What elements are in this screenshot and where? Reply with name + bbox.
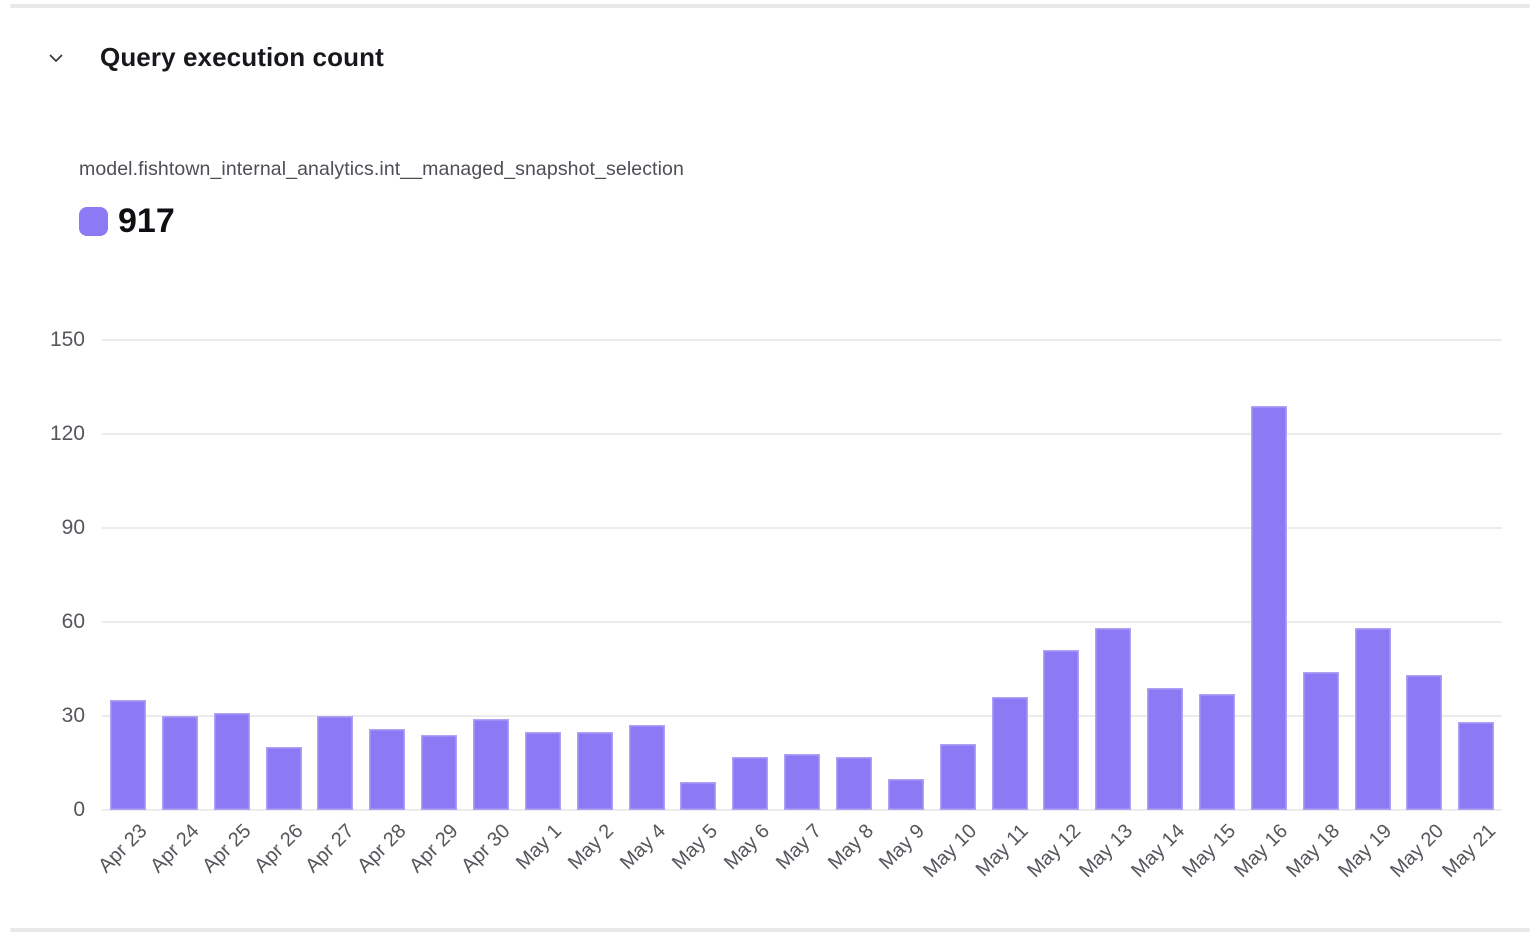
- bar-slot: Apr 28: [361, 340, 413, 810]
- y-tick-label: 0: [0, 799, 85, 821]
- bar-slot: Apr 23: [102, 340, 154, 810]
- bar-may-15[interactable]: [1199, 694, 1235, 810]
- x-tick-label: May 10: [919, 820, 982, 883]
- bar-slot: Apr 29: [413, 340, 465, 810]
- bar-slot: May 4: [621, 340, 673, 810]
- y-tick-label: 150: [0, 329, 85, 351]
- bar-may-19[interactable]: [1355, 628, 1391, 810]
- bar-apr-25[interactable]: [214, 713, 250, 810]
- x-tick-label: May 6: [720, 820, 775, 875]
- bar-slot: May 2: [569, 340, 621, 810]
- bar-may-4[interactable]: [629, 725, 665, 810]
- x-tick-label: Apr 29: [405, 820, 463, 878]
- y-tick-label: 30: [0, 705, 85, 727]
- bar-slot: Apr 25: [206, 340, 258, 810]
- x-tick-label: May 2: [564, 820, 619, 875]
- x-tick-label: May 12: [1023, 820, 1086, 883]
- x-tick-label: May 11: [972, 820, 1034, 882]
- bar-may-9[interactable]: [888, 779, 924, 810]
- bar-may-7[interactable]: [784, 754, 820, 810]
- x-tick-label: Apr 28: [354, 820, 412, 878]
- x-tick-label: Apr 26: [250, 820, 308, 878]
- bar-may-13[interactable]: [1095, 628, 1131, 810]
- bar-slot: Apr 30: [465, 340, 517, 810]
- bar-slot: May 5: [672, 340, 724, 810]
- bar-slot: May 20: [1398, 340, 1450, 810]
- bar-apr-26[interactable]: [266, 747, 302, 810]
- bar-may-20[interactable]: [1406, 675, 1442, 810]
- bar-slot: May 13: [1087, 340, 1139, 810]
- bar-apr-30[interactable]: [473, 719, 509, 810]
- bar-slot: May 11: [984, 340, 1036, 810]
- x-tick-label: May 5: [668, 820, 723, 875]
- bar-slot: Apr 24: [154, 340, 206, 810]
- x-tick-label: May 16: [1230, 820, 1293, 883]
- bar-slot: May 1: [517, 340, 569, 810]
- bar-slot: Apr 27: [309, 340, 361, 810]
- bar-apr-24[interactable]: [162, 716, 198, 810]
- bar-may-18[interactable]: [1303, 672, 1339, 810]
- bar-apr-29[interactable]: [421, 735, 457, 810]
- x-tick-label: May 1: [512, 820, 567, 875]
- bar-slot: May 15: [1191, 340, 1243, 810]
- y-tick-label: 120: [0, 423, 85, 445]
- x-tick-label: May 13: [1075, 820, 1138, 883]
- bar-slot: May 10: [932, 340, 984, 810]
- bar-may-1[interactable]: [525, 732, 561, 810]
- bar-slot: May 21: [1450, 340, 1502, 810]
- bar-slot: May 16: [1243, 340, 1295, 810]
- bar-slot: May 8: [828, 340, 880, 810]
- y-tick-label: 60: [0, 611, 85, 633]
- bar-slots: Apr 23Apr 24Apr 25Apr 26Apr 27Apr 28Apr …: [102, 340, 1502, 810]
- bar-apr-28[interactable]: [369, 729, 405, 810]
- x-tick-label: May 8: [823, 820, 878, 875]
- bar-may-16[interactable]: [1251, 406, 1287, 810]
- bar-apr-23[interactable]: [110, 700, 146, 810]
- y-tick-label: 90: [0, 517, 85, 539]
- bar-slot: May 7: [776, 340, 828, 810]
- bottom-divider: [10, 928, 1530, 932]
- bar-slot: May 6: [724, 340, 776, 810]
- bar-chart: 1501209060300 Apr 23Apr 24Apr 25Apr 26Ap…: [0, 0, 1540, 936]
- bar-may-8[interactable]: [836, 757, 872, 810]
- x-tick-label: Apr 24: [146, 820, 204, 878]
- bar-may-6[interactable]: [732, 757, 768, 810]
- bar-slot: May 19: [1347, 340, 1399, 810]
- x-tick-label: May 7: [772, 820, 827, 875]
- bar-may-5[interactable]: [680, 782, 716, 810]
- bar-may-11[interactable]: [992, 697, 1028, 810]
- x-tick-label: Apr 25: [198, 820, 256, 878]
- x-tick-label: May 4: [616, 820, 671, 875]
- bar-may-10[interactable]: [940, 744, 976, 810]
- x-tick-label: Apr 23: [94, 820, 152, 878]
- bar-slot: May 9: [880, 340, 932, 810]
- x-tick-label: Apr 27: [302, 820, 360, 878]
- x-tick-label: May 21: [1438, 820, 1501, 883]
- x-tick-label: May 18: [1282, 820, 1345, 883]
- x-tick-label: May 19: [1334, 820, 1397, 883]
- bar-may-12[interactable]: [1043, 650, 1079, 810]
- bar-slot: May 14: [1139, 340, 1191, 810]
- bar-may-21[interactable]: [1458, 722, 1494, 810]
- bar-apr-27[interactable]: [317, 716, 353, 810]
- x-tick-label: Apr 30: [457, 820, 515, 878]
- x-tick-label: May 15: [1179, 820, 1242, 883]
- x-tick-label: May 14: [1127, 820, 1190, 883]
- bar-may-14[interactable]: [1147, 688, 1183, 810]
- bar-slot: Apr 26: [258, 340, 310, 810]
- bar-slot: May 12: [1035, 340, 1087, 810]
- bar-may-2[interactable]: [577, 732, 613, 810]
- x-tick-label: May 20: [1386, 820, 1449, 883]
- plot-area: Apr 23Apr 24Apr 25Apr 26Apr 27Apr 28Apr …: [102, 340, 1502, 810]
- bar-slot: May 18: [1295, 340, 1347, 810]
